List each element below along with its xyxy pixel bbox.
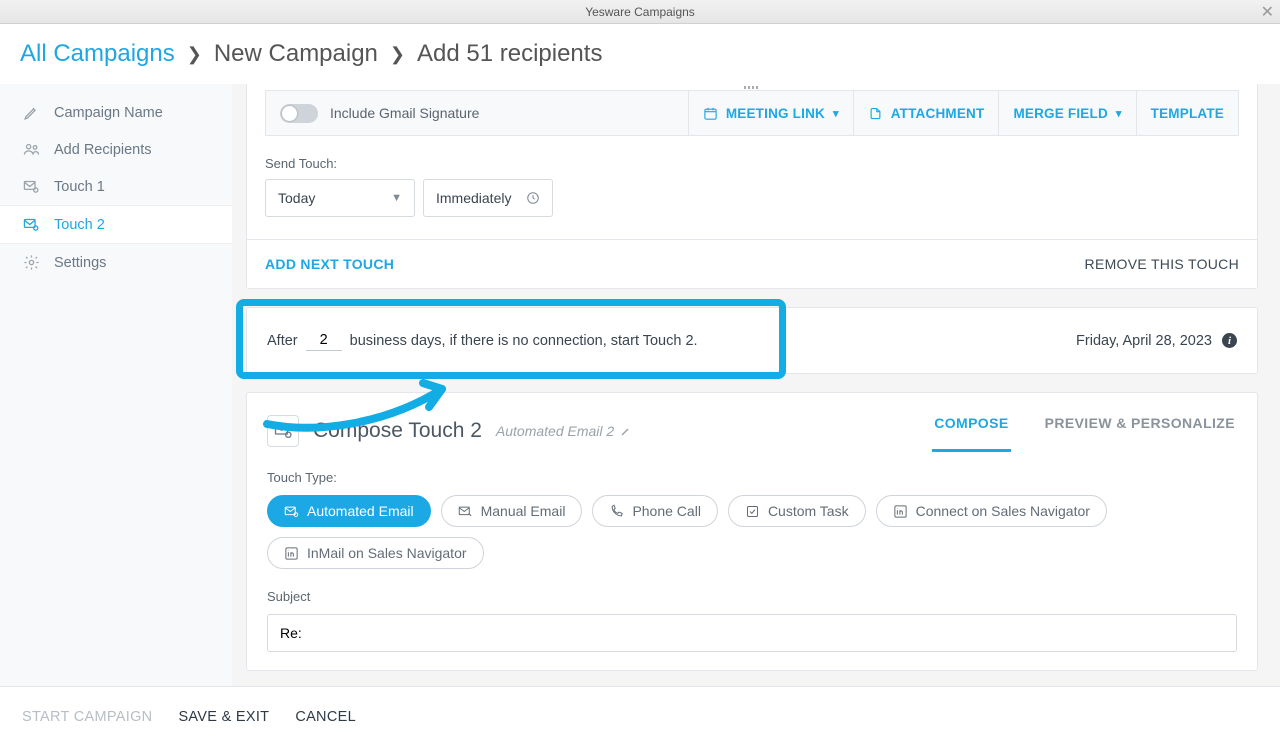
timing-text-before: After bbox=[267, 333, 298, 349]
sidebar-item-touch-1[interactable]: Touch 1 bbox=[0, 168, 232, 205]
save-exit-button[interactable]: SAVE & EXIT bbox=[178, 709, 269, 725]
remove-touch-button[interactable]: REMOVE THIS TOUCH bbox=[1085, 256, 1239, 272]
chevron-down-icon: ▾ bbox=[833, 107, 839, 120]
attachment-button[interactable]: ATTACHMENT bbox=[853, 91, 999, 135]
tab-compose[interactable]: COMPOSE bbox=[932, 409, 1010, 452]
signature-label: Include Gmail Signature bbox=[330, 105, 479, 121]
timing-date: Friday, April 28, 2023 bbox=[1076, 333, 1212, 349]
sidebar-item-add-recipients[interactable]: Add Recipients bbox=[0, 131, 232, 168]
touch-type-inmail-navigator[interactable]: InMail on Sales Navigator bbox=[267, 537, 484, 569]
info-icon[interactable]: i bbox=[1222, 333, 1237, 348]
compose-title: Compose Touch 2 bbox=[313, 419, 482, 443]
touch-type-custom-task[interactable]: Custom Task bbox=[728, 495, 866, 527]
template-button[interactable]: TEMPLATE bbox=[1136, 91, 1238, 135]
breadcrumb-step1: New Campaign bbox=[214, 40, 378, 68]
timing-card: After business days, if there is no conn… bbox=[246, 307, 1258, 374]
main-content: Include Gmail Signature MEETING LINK ▾ A… bbox=[232, 84, 1280, 686]
sidebar-item-label: Touch 2 bbox=[54, 217, 105, 233]
add-next-touch-button[interactable]: ADD NEXT TOUCH bbox=[265, 256, 394, 272]
meeting-link-button[interactable]: MEETING LINK ▾ bbox=[688, 91, 853, 135]
chevron-right-icon: ❯ bbox=[390, 44, 405, 65]
send-touch-label: Send Touch: bbox=[265, 156, 1239, 171]
signature-bar: Include Gmail Signature MEETING LINK ▾ A… bbox=[265, 90, 1239, 136]
compose-subtitle: Automated Email 2 bbox=[496, 423, 614, 439]
clock-icon bbox=[526, 191, 540, 205]
breadcrumb-root[interactable]: All Campaigns bbox=[20, 40, 175, 68]
touch-type-automated-email[interactable]: Automated Email bbox=[267, 495, 431, 527]
touch-type-phone-call[interactable]: Phone Call bbox=[592, 495, 718, 527]
signature-switch[interactable] bbox=[280, 104, 318, 123]
sidebar-item-label: Add Recipients bbox=[54, 142, 152, 158]
mail-gear-icon bbox=[22, 216, 40, 233]
gear-icon bbox=[22, 254, 40, 271]
window-close-button[interactable]: ✕ bbox=[1261, 2, 1274, 22]
subject-input[interactable] bbox=[267, 614, 1237, 652]
cancel-button[interactable]: CANCEL bbox=[295, 709, 356, 725]
sidebar-item-touch-2[interactable]: Touch 2 bbox=[0, 205, 232, 244]
pencil-icon[interactable] bbox=[620, 425, 632, 437]
window-titlebar: Yesware Campaigns ✕ bbox=[0, 0, 1280, 24]
touch-type-manual-email[interactable]: Manual Email bbox=[441, 495, 583, 527]
tab-preview-personalize[interactable]: PREVIEW & PERSONALIZE bbox=[1043, 409, 1237, 452]
chevron-down-icon: ▼ bbox=[391, 192, 402, 204]
sidebar-item-label: Campaign Name bbox=[54, 105, 163, 121]
chevron-down-icon: ▾ bbox=[1116, 107, 1122, 120]
sidebar-item-label: Settings bbox=[54, 255, 106, 271]
touch-2-card: Compose Touch 2 Automated Email 2 COMPOS… bbox=[246, 392, 1258, 671]
sidebar-item-campaign-name[interactable]: Campaign Name bbox=[0, 94, 232, 131]
window-title: Yesware Campaigns bbox=[585, 5, 695, 19]
breadcrumb: All Campaigns ❯ New Campaign ❯ Add 51 re… bbox=[0, 24, 1280, 84]
start-campaign-button: START CAMPAIGN bbox=[22, 709, 152, 725]
touch-type-label: Touch Type: bbox=[267, 470, 1237, 485]
timing-text-after: business days, if there is no connection… bbox=[350, 333, 698, 349]
touch-1-card: Include Gmail Signature MEETING LINK ▾ A… bbox=[246, 84, 1258, 289]
pencil-icon bbox=[22, 104, 40, 121]
breadcrumb-step2: Add 51 recipients bbox=[417, 40, 602, 68]
mail-gear-icon bbox=[22, 178, 40, 195]
chevron-right-icon: ❯ bbox=[187, 44, 202, 65]
send-day-select[interactable]: Today ▼ bbox=[265, 179, 415, 217]
timing-days-input[interactable] bbox=[306, 330, 342, 351]
touch-type-connect-navigator[interactable]: Connect on Sales Navigator bbox=[876, 495, 1107, 527]
merge-field-button[interactable]: MERGE FIELD ▾ bbox=[998, 91, 1135, 135]
send-time-select[interactable]: Immediately bbox=[423, 179, 553, 217]
subject-label: Subject bbox=[267, 589, 1237, 604]
people-icon bbox=[22, 141, 40, 158]
mail-gear-icon bbox=[267, 415, 299, 447]
sidebar-item-label: Touch 1 bbox=[54, 179, 105, 195]
sidebar: Campaign Name Add Recipients Touch 1 Tou… bbox=[0, 84, 232, 686]
sidebar-item-settings[interactable]: Settings bbox=[0, 244, 232, 281]
bottom-bar: START CAMPAIGN SAVE & EXIT CANCEL bbox=[0, 686, 1280, 746]
